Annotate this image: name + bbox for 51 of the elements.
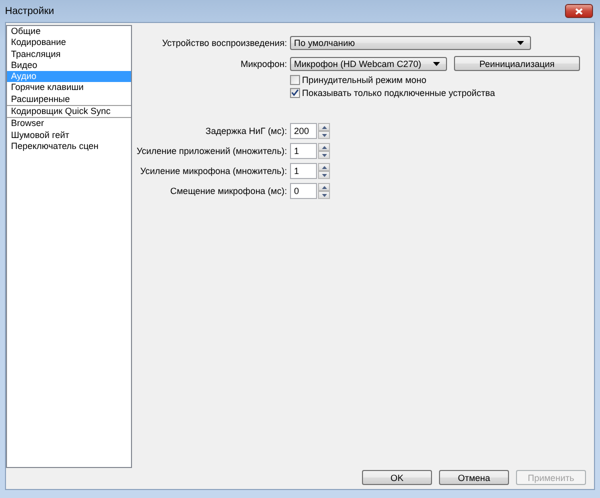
checkbox-label: Принудительный режим моно [302, 74, 426, 84]
category-item[interactable]: Трансляция [7, 48, 131, 60]
dropdown[interactable]: По умолчанию [290, 36, 531, 50]
up-arrow-icon [322, 166, 326, 168]
number-field[interactable]: 200 [290, 123, 317, 139]
up-arrow-icon [322, 146, 326, 148]
caret-icon [433, 62, 440, 66]
close-button[interactable] [565, 4, 593, 18]
field-label: Смещение микрофона (мс): [169, 186, 287, 196]
number-field[interactable]: 0 [290, 183, 317, 199]
category-item[interactable]: Кодировщик Quick Sync [7, 106, 131, 118]
field-label: Микрофон: [240, 58, 287, 68]
checkmark-icon [291, 89, 299, 96]
down-arrow-icon [322, 134, 326, 136]
reinitialize-button[interactable]: Реинициализация [454, 56, 580, 71]
close-icon [575, 8, 583, 14]
field-label: Устройство воспроизведения: [161, 38, 287, 48]
dialog-button[interactable]: Отмена [439, 470, 509, 485]
step-down-button[interactable] [318, 151, 330, 159]
field-label: Усиление микрофона (множитель): [139, 166, 287, 176]
step-up-button[interactable] [318, 163, 330, 171]
category-item[interactable]: Кодирование [7, 37, 131, 49]
step-up-button[interactable] [318, 143, 330, 151]
step-up-button[interactable] [318, 183, 330, 191]
category-item[interactable]: Горячие клавиши [7, 82, 131, 94]
up-arrow-icon [322, 186, 326, 188]
step-up-button[interactable] [318, 123, 330, 131]
category-item[interactable]: Общие [7, 26, 131, 38]
category-item[interactable]: Расширенные [7, 94, 131, 106]
down-arrow-icon [322, 174, 326, 176]
step-down-button[interactable] [318, 131, 330, 139]
category-item[interactable]: Переключатель сцен [7, 140, 131, 152]
checkbox[interactable] [290, 88, 300, 98]
down-arrow-icon [322, 194, 326, 196]
field-label: Усиление приложений (множитель): [136, 146, 287, 156]
category-item[interactable]: Browser [7, 118, 131, 130]
down-arrow-icon [322, 154, 326, 156]
dropdown[interactable]: Микрофон (HD Webcam C270) [290, 56, 447, 70]
number-field[interactable]: 1 [290, 143, 317, 159]
window-title: Настройки [5, 6, 54, 16]
number-field[interactable]: 1 [290, 163, 317, 179]
checkbox[interactable] [290, 74, 300, 84]
category-item[interactable]: Шумовой гейт [7, 130, 131, 141]
step-down-button[interactable] [318, 191, 330, 199]
caret-icon [517, 41, 524, 45]
step-down-button[interactable] [318, 171, 330, 179]
up-arrow-icon [322, 126, 326, 128]
dialog-button[interactable]: OK [362, 470, 432, 485]
category-item[interactable]: Видео [7, 60, 131, 72]
checkbox-label: Показывать только подключенные устройства [302, 88, 495, 98]
field-label: Задержка НиГ (мс): [204, 126, 287, 136]
